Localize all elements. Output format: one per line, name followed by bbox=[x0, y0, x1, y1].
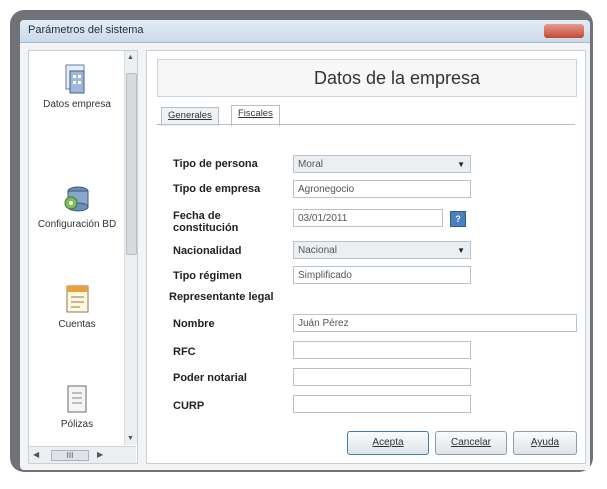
tipo-regimen-input[interactable]: Simplificado bbox=[293, 266, 471, 284]
main-panel: Datos de la empresa Generales Fiscales T… bbox=[146, 50, 586, 464]
representante-legal-heading: Representante legal bbox=[169, 291, 274, 303]
sidebar-item-cuentas[interactable]: Cuentas bbox=[29, 283, 125, 330]
sidebar-item-label: Pólizas bbox=[60, 419, 94, 430]
calendar-icon[interactable]: ? bbox=[450, 211, 466, 227]
label-fecha-constitucion: Fecha de constitución bbox=[173, 210, 239, 234]
tab-fiscales[interactable]: Fiscales bbox=[231, 105, 280, 126]
poder-notarial-input[interactable] bbox=[293, 368, 471, 386]
ledger-icon bbox=[66, 285, 89, 313]
sidebar-horizontal-scrollbar[interactable]: ◀ III ▶ bbox=[29, 446, 136, 463]
sidebar-item-datos-empresa[interactable]: Datos empresa bbox=[29, 63, 125, 110]
rfc-input[interactable] bbox=[293, 341, 471, 359]
section-header: Datos de la empresa bbox=[157, 59, 577, 97]
window-title: Parámetros del sistema bbox=[28, 24, 144, 36]
settings-window: Parámetros del sistema Datos empresa Con… bbox=[20, 20, 590, 470]
scrollbar-thumb[interactable]: III bbox=[51, 450, 89, 461]
help-button[interactable]: Ayuda bbox=[513, 431, 577, 455]
sidebar-item-label: Datos empresa bbox=[43, 99, 111, 110]
scrollbar-thumb[interactable] bbox=[126, 73, 137, 255]
label-tipo-persona: Tipo de persona bbox=[173, 158, 258, 170]
sidebar-item-label: Cuentas bbox=[58, 319, 96, 330]
label-curp: CURP bbox=[173, 400, 205, 412]
curp-input[interactable] bbox=[293, 395, 471, 413]
nombre-input[interactable]: Juán Pérez bbox=[293, 314, 577, 332]
label-poder-notarial: Poder notarial bbox=[173, 372, 247, 384]
sidebar-item-configuracion-bd[interactable]: Configuración BD bbox=[29, 183, 125, 230]
label-tipo-regimen: Tipo régimen bbox=[173, 270, 242, 282]
chevron-down-icon: ▼ bbox=[457, 160, 465, 169]
sidebar-vertical-scrollbar[interactable]: ▲ ▼ bbox=[124, 51, 137, 445]
nacionalidad-select[interactable]: Nacional ▼ bbox=[293, 241, 471, 259]
label-tipo-empresa: Tipo de empresa bbox=[173, 183, 261, 195]
label-rfc: RFC bbox=[173, 346, 196, 358]
label-nacionalidad: Nacionalidad bbox=[173, 245, 242, 257]
tipo-persona-value: Moral bbox=[298, 159, 324, 170]
scroll-left-icon[interactable]: ◀ bbox=[33, 450, 39, 459]
close-button[interactable] bbox=[544, 24, 584, 38]
fecha-constitucion-input[interactable]: 03/01/2011 bbox=[293, 209, 443, 227]
policy-document-icon bbox=[67, 385, 87, 413]
label-nombre: Nombre bbox=[173, 318, 215, 330]
scroll-down-icon[interactable]: ▼ bbox=[127, 435, 134, 442]
scroll-right-icon[interactable]: ▶ bbox=[97, 450, 103, 459]
title-bar: Parámetros del sistema bbox=[20, 20, 590, 43]
tipo-persona-select[interactable]: Moral ▼ bbox=[293, 155, 471, 173]
scroll-up-icon[interactable]: ▲ bbox=[127, 54, 134, 61]
sidebar: Datos empresa Configuración BD Cuentas P… bbox=[28, 50, 138, 464]
cancel-button[interactable]: Cancelar bbox=[435, 431, 507, 455]
sidebar-item-polizas[interactable]: Pólizas bbox=[29, 383, 125, 430]
database-config-icon bbox=[64, 186, 89, 212]
building-document-icon bbox=[65, 64, 85, 94]
tipo-empresa-input[interactable]: Agronegocio bbox=[293, 180, 471, 198]
chevron-down-icon: ▼ bbox=[457, 246, 465, 255]
page-title: Datos de la empresa bbox=[313, 68, 481, 88]
sidebar-item-label: Configuración BD bbox=[37, 219, 117, 230]
nacionalidad-value: Nacional bbox=[298, 245, 337, 256]
accept-button[interactable]: Acepta bbox=[347, 431, 429, 455]
